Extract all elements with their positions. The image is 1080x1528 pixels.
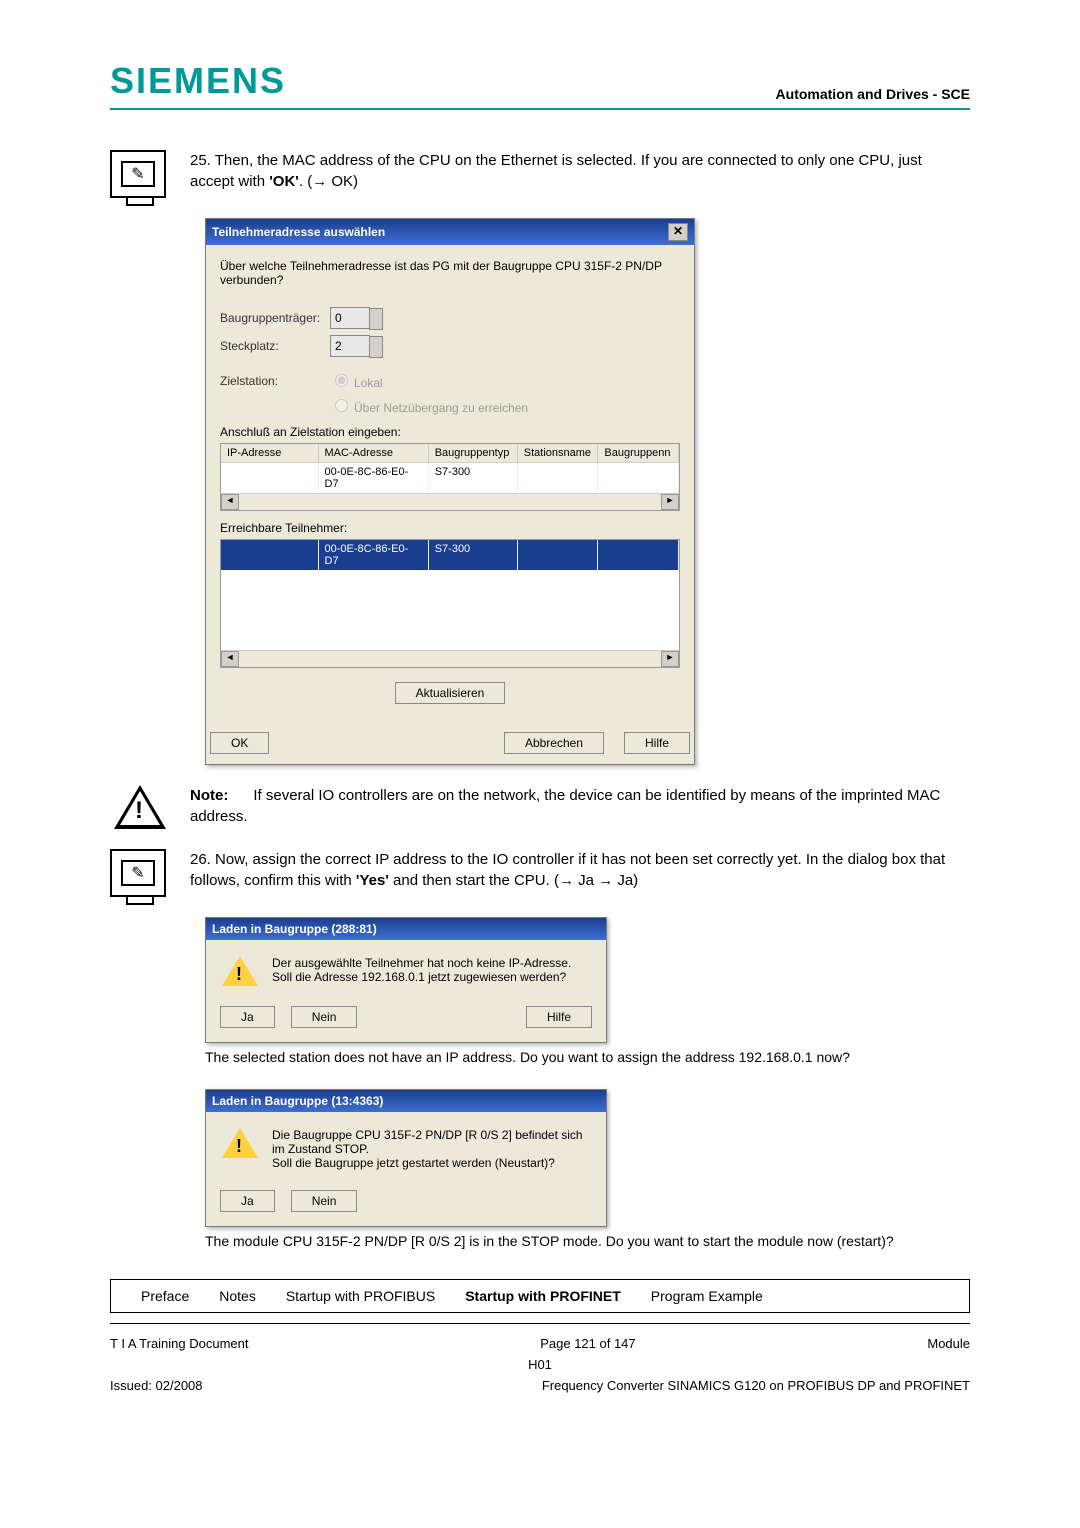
footer-module: Module (927, 1336, 970, 1351)
h-scrollbar[interactable]: ◄ ► (221, 650, 679, 667)
yes-button[interactable]: Ja (220, 1190, 275, 1212)
note-text: Note: If several IO controllers are on t… (190, 785, 970, 827)
note-body: If several IO controllers are on the net… (190, 787, 940, 825)
dialog-line1: Der ausgewählte Teilnehmer hat noch kein… (272, 956, 571, 970)
radio-local[interactable] (335, 374, 348, 387)
rack-spinner[interactable]: 0 (330, 307, 370, 329)
col-ip: IP-Adresse (221, 444, 319, 463)
footer-page: Page 121 of 147 (540, 1336, 635, 1351)
scroll-left-icon[interactable]: ◄ (221, 651, 239, 667)
cancel-button[interactable]: Abbrechen (504, 732, 604, 754)
target-table: IP-Adresse MAC-Adresse Baugruppentyp Sta… (220, 443, 680, 511)
step-number: 26. (190, 851, 211, 868)
siemens-logo: SIEMENS (110, 60, 286, 102)
table-row[interactable]: 00-0E-8C-86-E0-D7 S7-300 (221, 463, 679, 493)
step-text-b: and then start the CPU. (→ Ja → Ja) (389, 872, 638, 889)
slot-label: Steckplatz: (220, 339, 330, 353)
radio-local-label: Lokal (354, 376, 383, 390)
tab-program-example[interactable]: Program Example (651, 1288, 763, 1304)
warning-icon (114, 785, 166, 829)
dialog-title: Laden in Baugruppe (288:81) (212, 922, 377, 936)
dialog3-caption: The module CPU 315F-2 PN/DP [R 0/S 2] is… (205, 1233, 970, 1249)
ok-button[interactable]: OK (210, 732, 269, 754)
dialog-title: Laden in Baugruppe (13:4363) (212, 1094, 383, 1108)
no-button[interactable]: Nein (291, 1190, 358, 1212)
dialog-line2: Soll die Adresse 192.168.0.1 jetzt zugew… (272, 970, 571, 984)
warning-icon (222, 956, 258, 986)
scroll-left-icon[interactable]: ◄ (221, 494, 239, 510)
footer-doc: T I A Training Document (110, 1336, 249, 1351)
reachable-table: 00-0E-8C-86-E0-D7 S7-300 ◄ ► (220, 539, 680, 668)
load-module-dialog-1: Laden in Baugruppe (288:81) Der ausgewäh… (205, 917, 607, 1043)
tab-notes[interactable]: Notes (219, 1288, 256, 1304)
select-node-address-dialog: Teilnehmeradresse auswählen ✕ Über welch… (205, 218, 695, 765)
step-text-b: . (→ OK) (299, 173, 358, 190)
load-module-dialog-2: Laden in Baugruppe (13:4363) Die Baugrup… (205, 1089, 607, 1227)
dialog-line2: Soll die Baugruppe jetzt gestartet werde… (272, 1156, 590, 1170)
col-mac: MAC-Adresse (319, 444, 429, 463)
connection-label: Anschluß an Zielstation eingeben: (220, 425, 680, 439)
help-button[interactable]: Hilfe (526, 1006, 592, 1028)
tab-startup-profinet[interactable]: Startup with PROFINET (465, 1288, 621, 1304)
help-button[interactable]: Hilfe (624, 732, 690, 754)
step26-text: 26. Now, assign the correct IP address t… (190, 849, 970, 891)
dialog2-caption: The selected station does not have an IP… (205, 1049, 970, 1065)
radio-gateway[interactable] (335, 399, 348, 412)
step-number: 25. (190, 152, 211, 169)
col-mod: Baugruppenn (598, 444, 679, 463)
dialog-title: Teilnehmeradresse auswählen (212, 225, 385, 239)
section-nav: Preface Notes Startup with PROFIBUS Star… (110, 1279, 970, 1313)
dialog-question: Über welche Teilnehmeradresse ist das PG… (220, 259, 680, 287)
scroll-right-icon[interactable]: ► (661, 494, 679, 510)
rack-label: Baugruppenträger: (220, 311, 330, 325)
ok-literal: 'OK' (269, 173, 299, 190)
yes-literal: 'Yes' (356, 872, 389, 889)
footer-title: Frequency Converter SINAMICS G120 on PRO… (542, 1378, 970, 1393)
computer-icon: ✎ (110, 150, 166, 198)
footer-issued: Issued: 02/2008 (110, 1378, 203, 1393)
tab-startup-profibus[interactable]: Startup with PROFIBUS (286, 1288, 435, 1304)
reachable-label: Erreichbare Teilnehmer: (220, 521, 680, 535)
slot-spinner[interactable]: 2 (330, 335, 370, 357)
tab-preface[interactable]: Preface (141, 1288, 189, 1304)
col-type: Baugruppentyp (429, 444, 518, 463)
close-icon[interactable]: ✕ (668, 223, 688, 241)
yes-button[interactable]: Ja (220, 1006, 275, 1028)
h-scrollbar[interactable]: ◄ ► (221, 493, 679, 510)
header-right-text: Automation and Drives - SCE (776, 86, 970, 102)
update-button[interactable]: Aktualisieren (395, 682, 506, 704)
step25-text: 25. Then, the MAC address of the CPU on … (190, 150, 970, 192)
note-label: Note: (190, 787, 228, 804)
footer-h01: H01 (528, 1357, 552, 1372)
table-row[interactable]: 00-0E-8C-86-E0-D7 S7-300 (221, 540, 679, 570)
target-label: Zielstation: (220, 374, 330, 388)
no-button[interactable]: Nein (291, 1006, 358, 1028)
dialog-line1: Die Baugruppe CPU 315F-2 PN/DP [R 0/S 2]… (272, 1128, 590, 1156)
scroll-right-icon[interactable]: ► (661, 651, 679, 667)
computer-icon: ✎ (110, 849, 166, 897)
radio-gateway-label: Über Netzübergang zu erreichen (354, 401, 528, 415)
col-station: Stationsname (518, 444, 599, 463)
warning-icon (222, 1128, 258, 1158)
